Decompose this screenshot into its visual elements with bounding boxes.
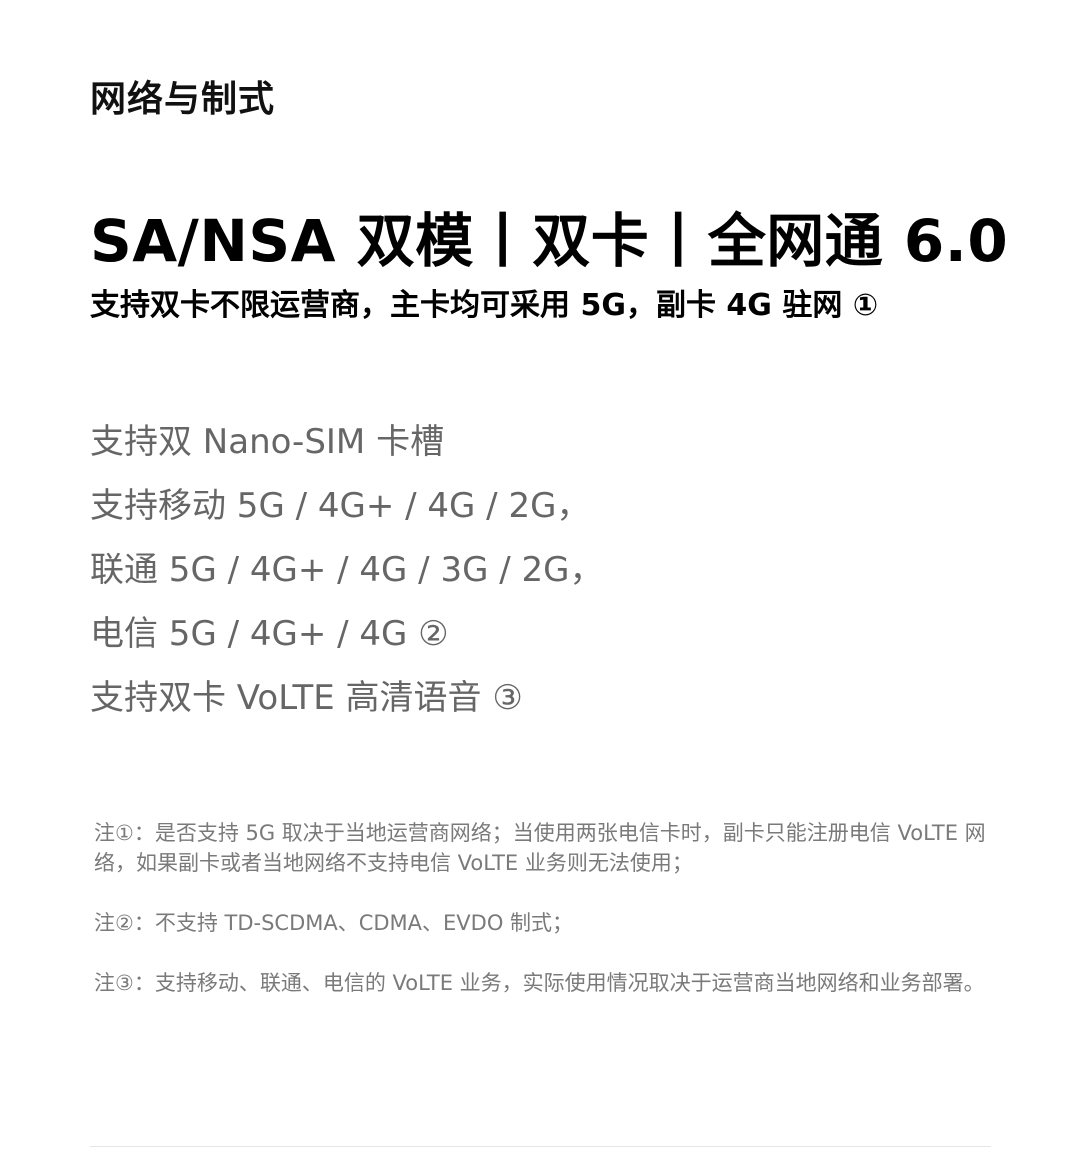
headline: SA/NSA 双模丨双卡丨全网通 6.0 — [90, 207, 1009, 275]
subheadline: 支持双卡不限运营商，主卡均可采用 5G，副卡 4G 驻网 ① — [90, 288, 879, 323]
section-title: 网络与制式 — [90, 79, 276, 120]
feature-item: 支持移动 5G / 4G+ / 4G / 2G， — [90, 486, 591, 526]
footnotes: 注①：是否支持 5G 取决于当地运营商网络；当使用两张电信卡时，副卡只能注册电信… — [94, 818, 1004, 1028]
feature-item: 支持双卡 VoLTE 高清语音 ③ — [90, 678, 523, 718]
section-divider — [90, 1146, 991, 1147]
footnote-3: 注③：支持移动、联通、电信的 VoLTE 业务，实际使用情况取决于运营商当地网络… — [94, 971, 985, 995]
feature-item: 电信 5G / 4G+ / 4G ② — [90, 614, 449, 654]
feature-item: 支持双 Nano-SIM 卡槽 — [90, 422, 445, 462]
footnote-2: 注②：不支持 TD-SCDMA、CDMA、EVDO 制式； — [94, 911, 574, 935]
feature-list: 支持双 Nano-SIM 卡槽 支持移动 5G / 4G+ / 4G / 2G，… — [90, 410, 603, 730]
footnote-1: 注①：是否支持 5G 取决于当地运营商网络；当使用两张电信卡时，副卡只能注册电信… — [94, 821, 986, 875]
feature-item: 联通 5G / 4G+ / 4G / 3G / 2G， — [90, 550, 604, 590]
